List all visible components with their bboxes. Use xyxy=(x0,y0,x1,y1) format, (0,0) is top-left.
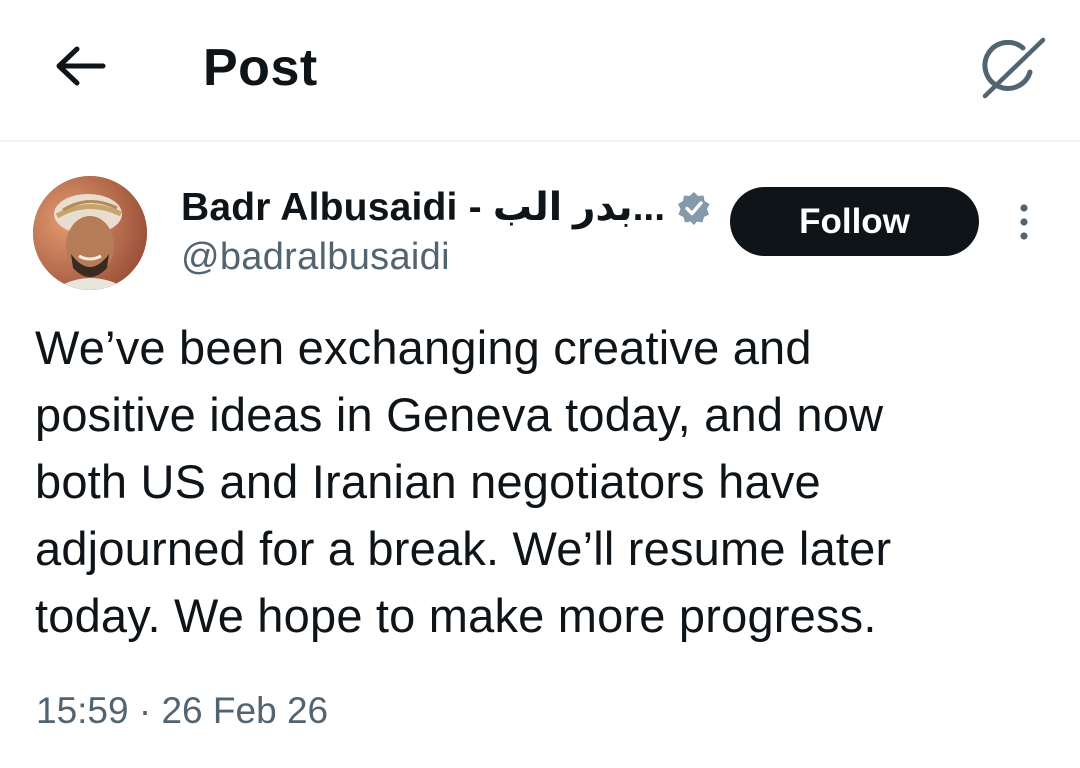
post-timestamp[interactable]: 15:59 · 26 Feb 26 xyxy=(36,686,328,736)
top-bar: Post xyxy=(0,0,1080,142)
post-text-line: both US and Iranian negotiators have xyxy=(35,455,821,508)
post-text-line: We’ve been exchanging creative and xyxy=(35,321,812,374)
post-text-line: today. We hope to make more progress. xyxy=(35,589,877,642)
meta-separator: · xyxy=(138,690,152,731)
post-text-line: positive ideas in Geneva today, and now xyxy=(35,388,884,441)
verified-badge-icon xyxy=(677,191,711,225)
post-date: 26 Feb 26 xyxy=(161,690,329,731)
author-name-row[interactable]: Badr Albusaidi - بدر الب... xyxy=(181,180,711,236)
profile-photo xyxy=(33,176,147,290)
follow-button[interactable]: Follow xyxy=(730,187,979,256)
more-options-button[interactable] xyxy=(1004,198,1044,246)
author-display-name[interactable]: Badr Albusaidi - بدر الب... xyxy=(181,180,665,236)
page-title: Post xyxy=(203,39,318,97)
back-button[interactable] xyxy=(52,38,108,94)
post-screen: Post Badr Albusaidi - بدر الب... @badral… xyxy=(0,0,1080,768)
grok-button[interactable] xyxy=(974,32,1050,102)
arrow-left-icon xyxy=(56,46,106,86)
grok-icon xyxy=(982,37,1046,99)
post-time: 15:59 xyxy=(36,690,129,731)
more-vertical-icon xyxy=(1020,204,1028,240)
avatar[interactable] xyxy=(33,176,147,290)
post-text: We’ve been exchanging creative and posit… xyxy=(35,314,1045,649)
post-text-line: adjourned for a break. We’ll resume late… xyxy=(35,522,892,575)
author-handle[interactable]: @badralbusaidi xyxy=(181,232,450,282)
